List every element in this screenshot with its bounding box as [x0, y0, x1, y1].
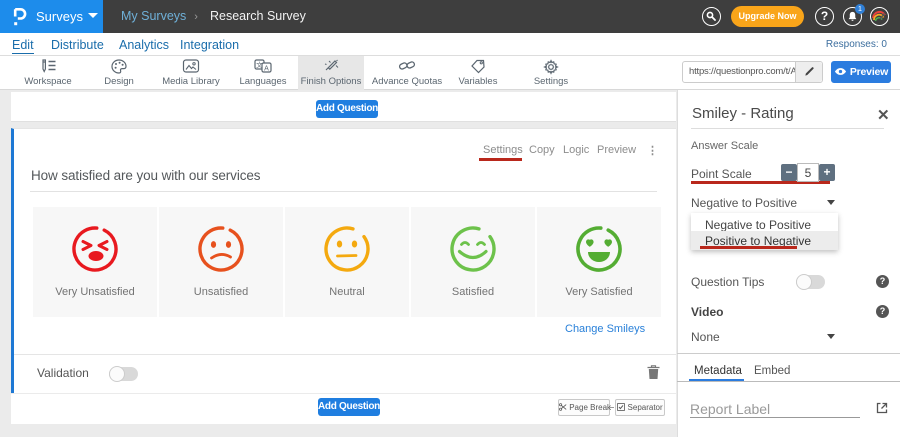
svg-text:A: A: [264, 65, 269, 72]
svg-text:文: 文: [256, 60, 263, 69]
